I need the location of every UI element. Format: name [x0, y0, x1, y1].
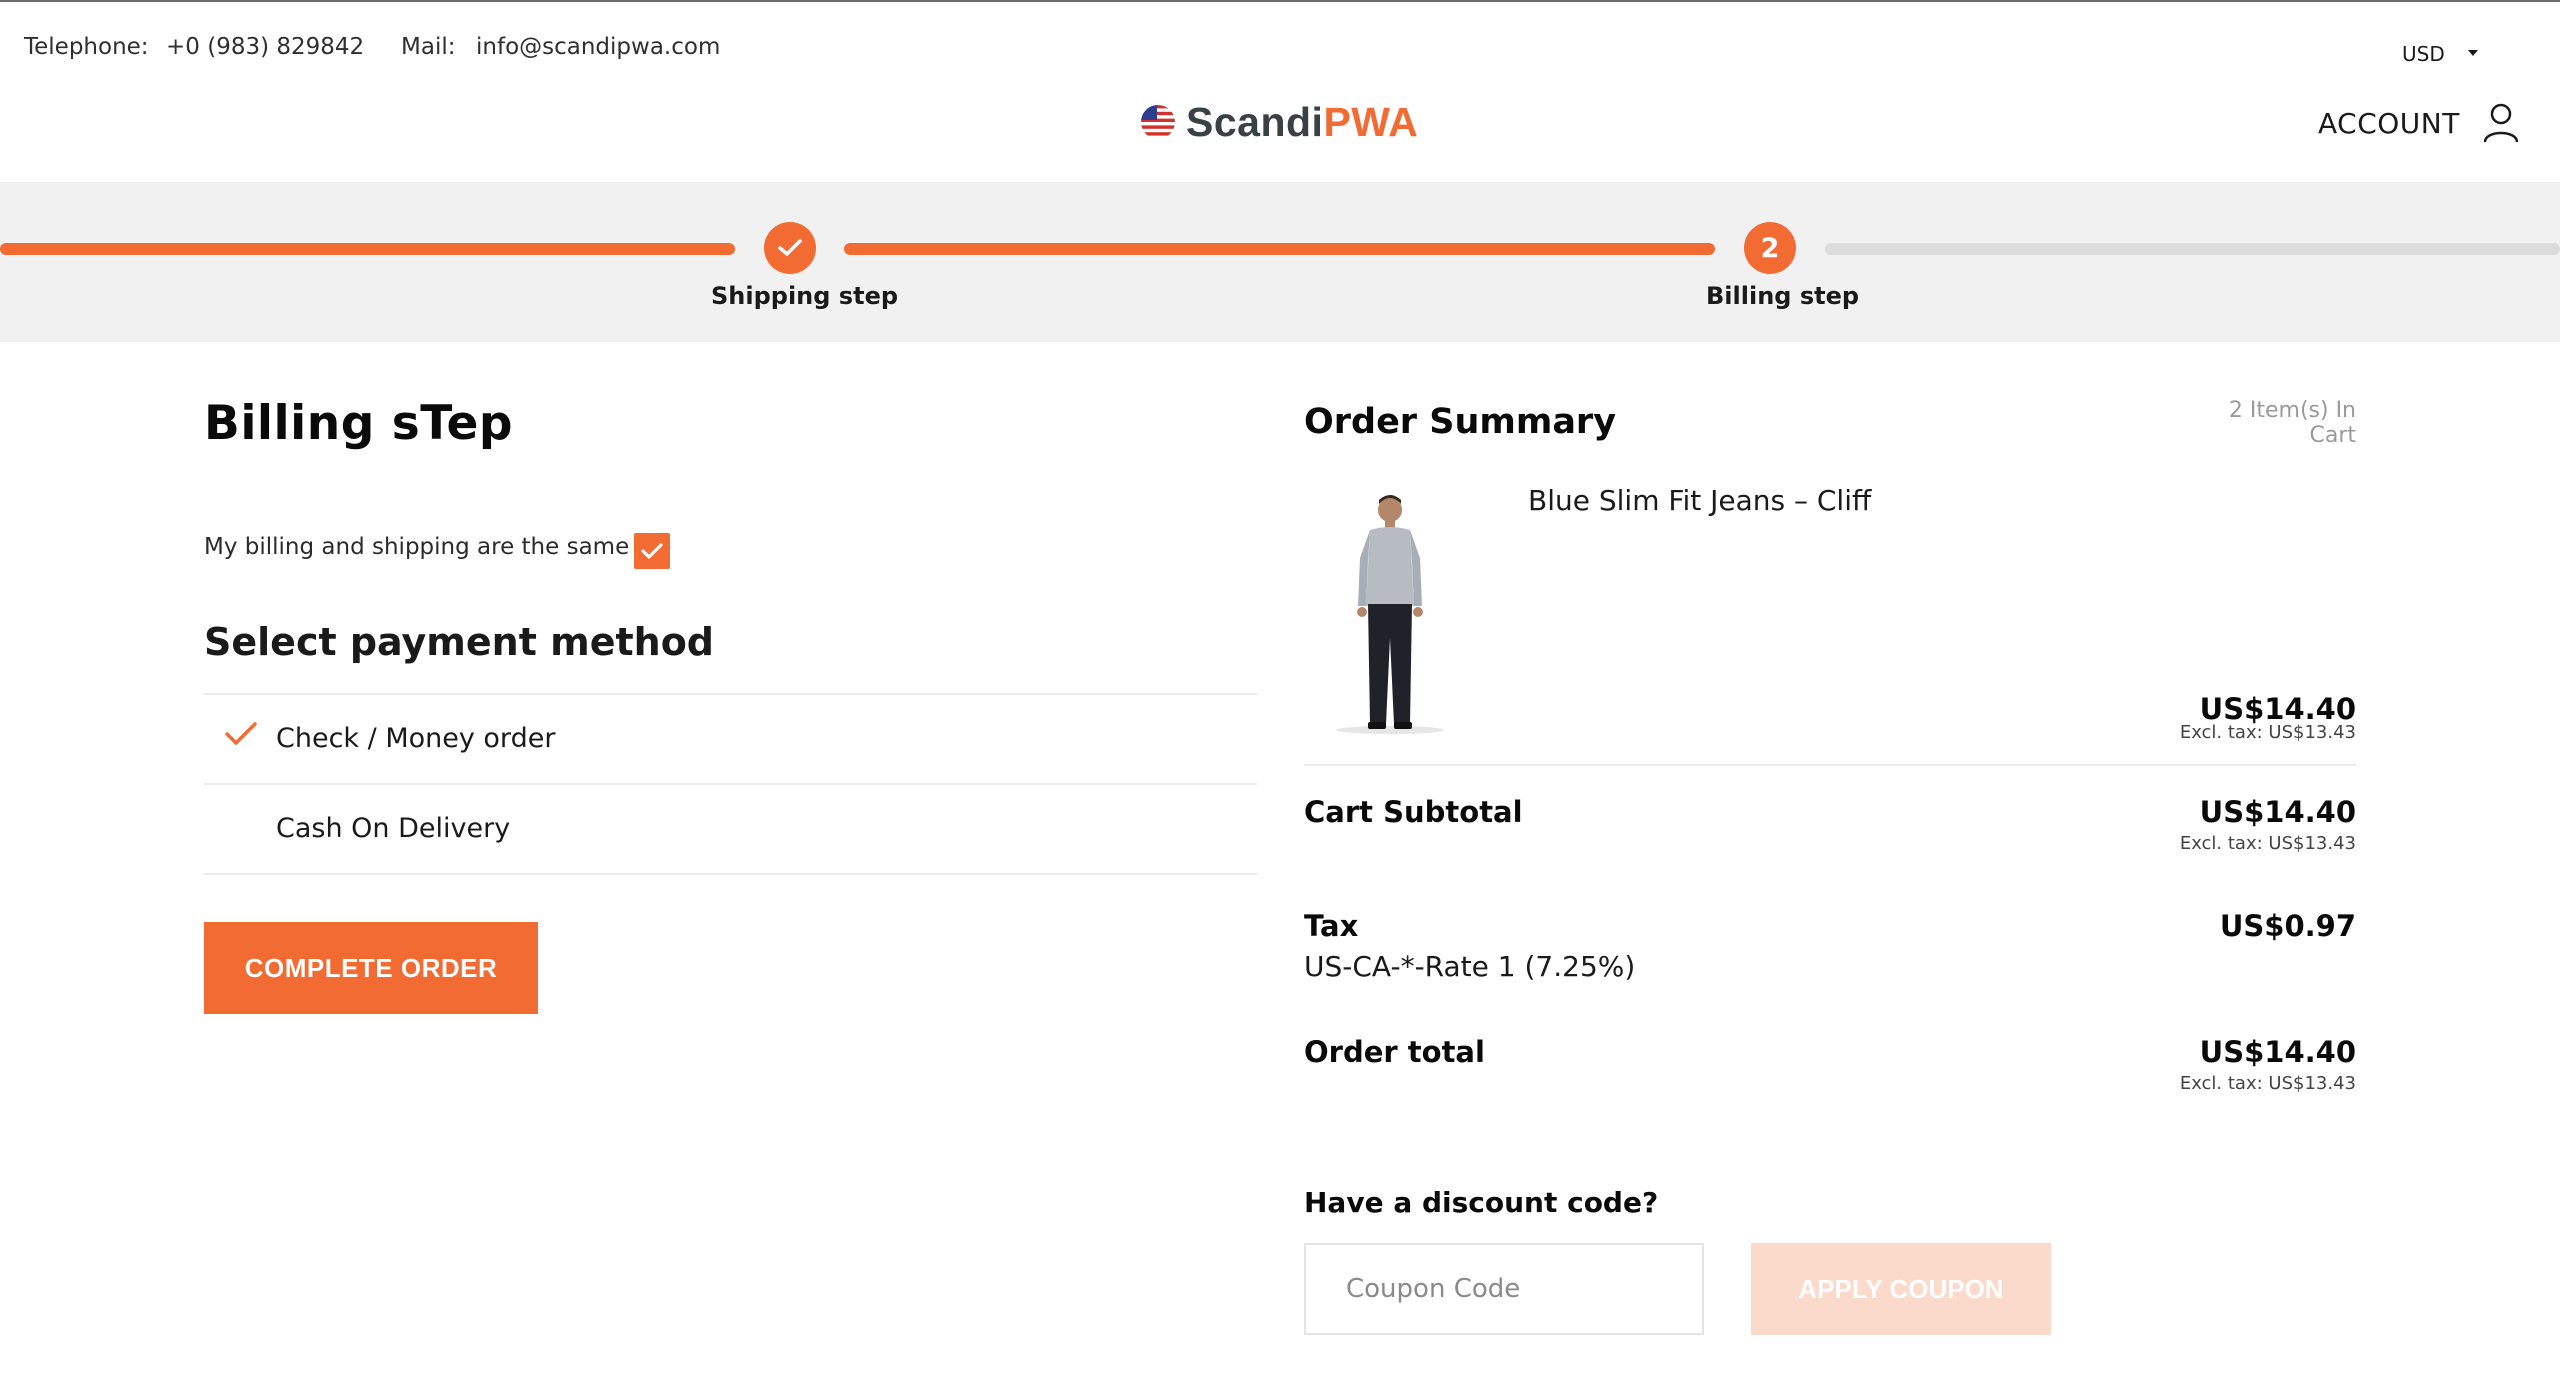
user-icon	[2483, 103, 2519, 143]
same-address-label: My billing and shipping are the same	[204, 534, 630, 560]
mail-link[interactable]: info@scandipwa.com	[476, 34, 720, 60]
payment-method-title: Select payment method	[204, 620, 715, 664]
progress-bar-billing	[844, 243, 1715, 255]
telephone-link[interactable]: +0 (983) 829842	[166, 34, 364, 60]
top-border	[0, 0, 2560, 2]
divider	[1304, 764, 2356, 766]
payment-method-label: Check / Money order	[276, 723, 556, 754]
product-image	[1336, 495, 1444, 734]
product-price: US$14.40	[2199, 692, 2356, 726]
step-billing-label: Billing step	[1706, 282, 1860, 310]
payment-method-cod[interactable]: Cash On Delivery	[204, 785, 1257, 873]
apply-coupon-button[interactable]: APPLY COUPON	[1751, 1243, 2051, 1335]
items-count: 2 Item(s) In Cart	[2228, 398, 2356, 448]
cart-subtotal-excl-tax: Excl. tax: US$13.43	[2179, 833, 2356, 854]
step-billing-number: 2	[1744, 222, 1796, 274]
chevron-down-icon	[2468, 50, 2478, 56]
tax-value: US$0.97	[2219, 909, 2356, 943]
tax-label: Tax	[1304, 909, 1359, 943]
same-address-checkbox[interactable]	[634, 533, 670, 569]
page-title: Billing sTep	[204, 396, 514, 451]
telephone-label: Telephone:	[24, 34, 149, 60]
logo[interactable]: Scandi PWA	[1138, 96, 1418, 148]
payment-method-label: Cash On Delivery	[276, 813, 511, 844]
currency-switcher[interactable]: USD	[2394, 34, 2490, 74]
product-name[interactable]: Blue Slim Fit Jeans – Cliff	[1528, 484, 1871, 517]
coupon-code-input[interactable]	[1304, 1243, 1704, 1335]
step-shipping-done	[764, 222, 816, 274]
cart-subtotal-value: US$14.40	[2199, 795, 2356, 829]
tax-rate: US-CA-*-Rate 1 (7.25%)	[1304, 950, 1636, 983]
progress-bar-shipping	[0, 243, 735, 255]
flag-icon	[1141, 105, 1175, 139]
step-shipping-label: Shipping step	[711, 282, 899, 310]
order-total-excl-tax: Excl. tax: US$13.43	[2179, 1073, 2356, 1094]
checkmark-icon	[225, 722, 257, 745]
account-button[interactable]: ACCOUNT	[2314, 98, 2526, 150]
order-total-label: Order total	[1304, 1035, 1485, 1069]
discount-label: Have a discount code?	[1304, 1186, 1659, 1219]
mail-label: Mail:	[401, 34, 456, 60]
product-price-excl-tax: Excl. tax: US$13.43	[2179, 722, 2356, 743]
order-summary-title: Order Summary	[1304, 402, 1617, 442]
payment-method-check[interactable]: Check / Money order	[204, 695, 1257, 783]
currency-value: USD	[2402, 42, 2445, 66]
account-label: ACCOUNT	[2318, 107, 2460, 140]
checkmark-icon	[778, 239, 802, 256]
checkmark-icon	[641, 543, 663, 559]
divider	[204, 873, 1257, 875]
checkout-progress: Shipping step 2 Billing step	[0, 182, 2560, 342]
complete-order-button[interactable]: COMPLETE ORDER	[204, 922, 538, 1014]
logo-text-accent: PWA	[1323, 98, 1419, 145]
progress-bar-remaining	[1825, 243, 2560, 255]
cart-subtotal-label: Cart Subtotal	[1304, 795, 1523, 829]
logo-text-dark: Scandi	[1186, 98, 1324, 145]
order-total-value: US$14.40	[2199, 1035, 2356, 1069]
